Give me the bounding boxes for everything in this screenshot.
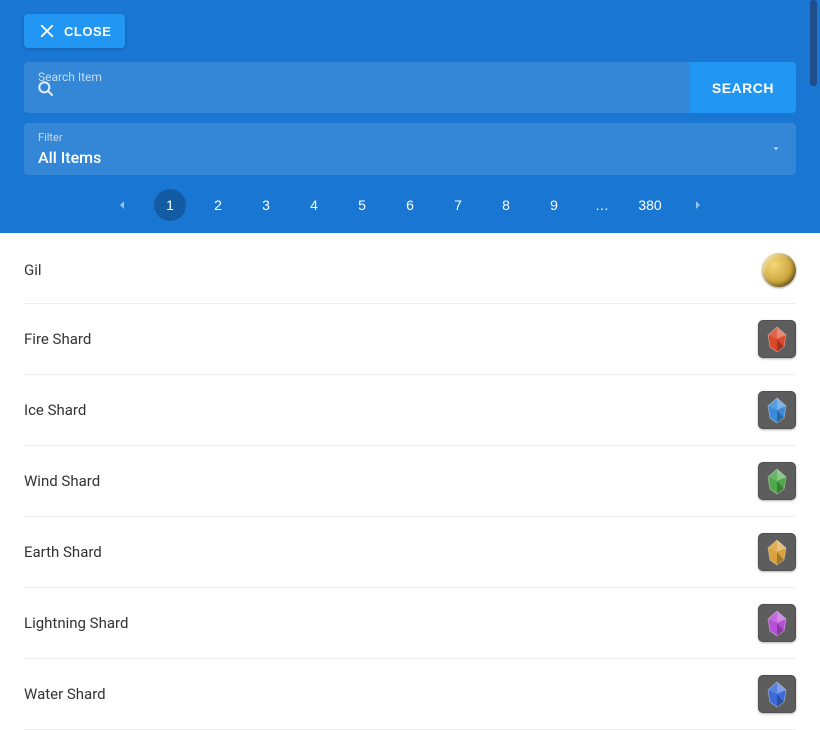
close-button[interactable]: CLOSE [24, 14, 125, 48]
search-label: Search Item [38, 70, 676, 84]
item-name: Wind Shard [24, 472, 100, 490]
close-icon [38, 22, 56, 40]
item-name: Fire Shard [24, 330, 91, 348]
page-1[interactable]: 1 [154, 189, 186, 221]
shard-icon [758, 675, 796, 713]
page-5[interactable]: 5 [346, 189, 378, 221]
list-item[interactable]: Water Shard [24, 659, 796, 730]
filter-label: Filter [38, 131, 782, 144]
scrollbar-thumb[interactable] [810, 0, 817, 86]
page-6[interactable]: 6 [394, 189, 426, 221]
item-list: Gil Fire Shard Ice Shard Wind Shard Earth Sh… [0, 233, 820, 730]
coin-icon [762, 253, 796, 287]
page-4[interactable]: 4 [298, 189, 330, 221]
item-name: Earth Shard [24, 543, 102, 561]
item-name: Gil [24, 261, 42, 279]
search-field[interactable]: Search Item [24, 62, 690, 113]
page-7[interactable]: 7 [442, 189, 474, 221]
item-name: Water Shard [24, 685, 106, 703]
filter-dropdown[interactable]: Filter All Items [24, 123, 796, 175]
search-input[interactable] [38, 88, 676, 105]
page-3[interactable]: 3 [250, 189, 282, 221]
shard-icon [758, 533, 796, 571]
shard-icon [758, 462, 796, 500]
search-icon [36, 79, 56, 103]
scrollbar[interactable] [810, 0, 820, 667]
next-page-button[interactable] [682, 189, 714, 221]
list-item[interactable]: Ice Shard [24, 375, 796, 446]
list-item[interactable]: Gil [24, 233, 796, 304]
close-label: CLOSE [64, 24, 111, 39]
list-item[interactable]: Earth Shard [24, 517, 796, 588]
list-item[interactable]: Fire Shard [24, 304, 796, 375]
shard-icon [758, 391, 796, 429]
search-button[interactable]: SEARCH [690, 62, 796, 113]
page-380[interactable]: 380 [634, 189, 666, 221]
pagination: 123456789 … 380 [24, 189, 796, 221]
chevron-down-icon [770, 140, 782, 159]
page-9[interactable]: 9 [538, 189, 570, 221]
page-8[interactable]: 8 [490, 189, 522, 221]
page-2[interactable]: 2 [202, 189, 234, 221]
prev-page-button[interactable] [106, 189, 138, 221]
list-item[interactable]: Wind Shard [24, 446, 796, 517]
filter-value: All Items [38, 148, 782, 167]
shard-icon [758, 604, 796, 642]
page-ellipsis: … [586, 189, 618, 221]
list-item[interactable]: Lightning Shard [24, 588, 796, 659]
shard-icon [758, 320, 796, 358]
item-name: Ice Shard [24, 401, 86, 419]
item-name: Lightning Shard [24, 614, 128, 632]
